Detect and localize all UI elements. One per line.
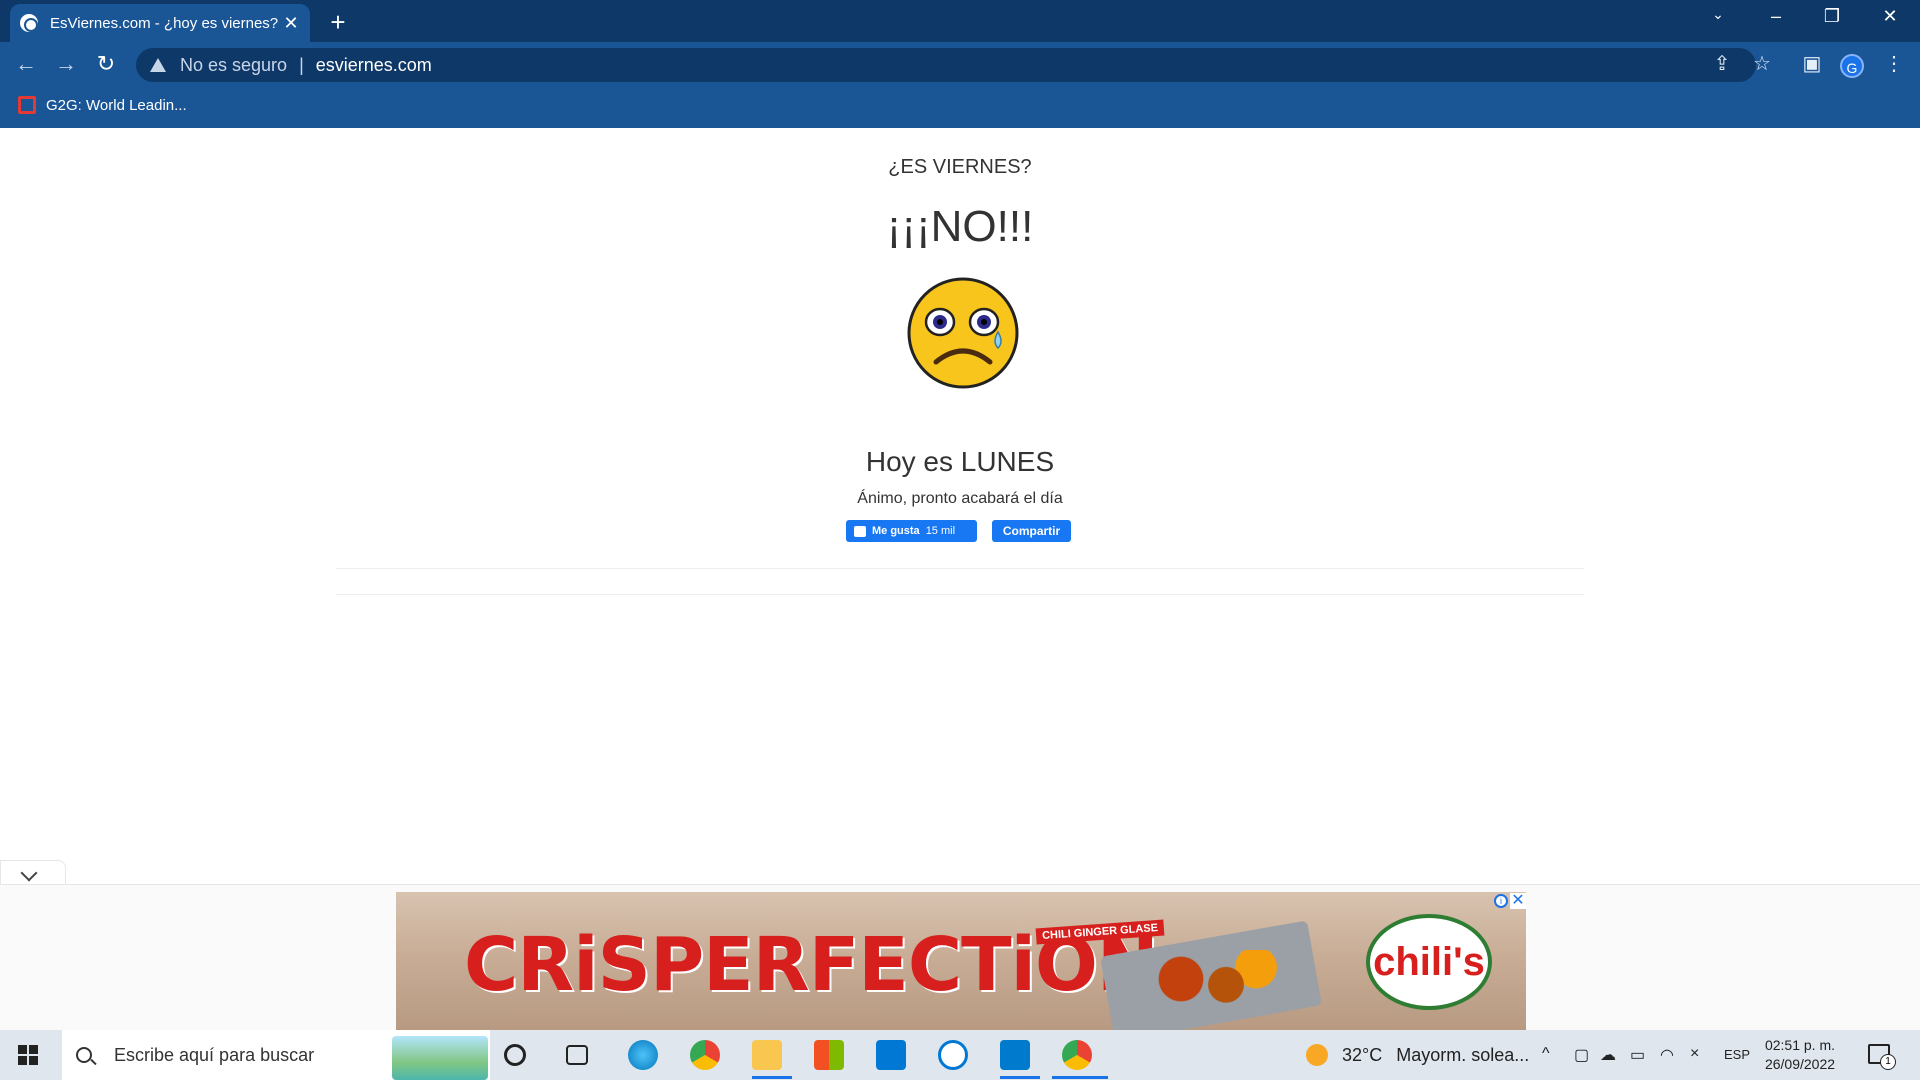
ad-info-icon[interactable]: i xyxy=(1494,894,1508,908)
chevron-up-icon[interactable]: ^ xyxy=(1542,1045,1550,1063)
cortana-icon[interactable] xyxy=(504,1044,526,1066)
wifi-icon[interactable]: ◠ xyxy=(1660,1045,1674,1065)
notification-badge: 1 xyxy=(1880,1054,1896,1070)
crying-face-icon xyxy=(907,277,1019,389)
bookmarks-bar: G2G: World Leadin... xyxy=(0,88,1920,128)
edge-icon[interactable] xyxy=(628,1040,658,1070)
vscode-icon[interactable] xyxy=(1000,1040,1030,1070)
ad-food-image xyxy=(1136,950,1286,1008)
chrome-active-icon[interactable] xyxy=(1062,1040,1092,1070)
active-indicator xyxy=(1052,1076,1108,1079)
sun-icon xyxy=(1306,1044,1328,1066)
reload-button[interactable]: ↻ xyxy=(92,50,120,78)
minimize-button[interactable]: – xyxy=(1756,6,1796,27)
file-explorer-icon[interactable] xyxy=(752,1040,782,1070)
search-placeholder: Escribe aquí para buscar xyxy=(114,1044,315,1065)
ad-close-icon[interactable]: ✕ xyxy=(1510,893,1526,909)
notification-center-icon[interactable]: 1 xyxy=(1868,1044,1896,1070)
profile-avatar[interactable]: G xyxy=(1840,54,1864,78)
task-view-icon[interactable] xyxy=(566,1045,588,1065)
globe-icon xyxy=(20,14,38,32)
facebook-like-button[interactable]: Me gusta 15 mil xyxy=(846,520,977,542)
page-content: ¿ES VIERNES? ¡¡¡NO!!! Hoy es LUNES Ánimo… xyxy=(0,128,1920,880)
share-icon[interactable]: ⇪ xyxy=(1708,51,1736,76)
volume-muted-icon[interactable]: × xyxy=(1690,1045,1699,1063)
forward-button[interactable]: → xyxy=(52,50,80,78)
url-text[interactable]: esviernes.com xyxy=(316,55,432,76)
ad-brand-logo: chili's xyxy=(1366,914,1492,1010)
browser-titlebar: EsViernes.com - ¿hoy es viernes? ✕ + ⌄ –… xyxy=(0,0,1920,42)
meet-now-icon[interactable]: ▢ xyxy=(1574,1045,1589,1065)
divider xyxy=(336,568,1584,569)
g2g-logo-icon xyxy=(18,96,36,114)
menu-kebab-icon[interactable]: ⋮ xyxy=(1880,51,1908,76)
warning-icon[interactable] xyxy=(150,58,166,72)
divider xyxy=(336,594,1584,595)
tab-title: EsViernes.com - ¿hoy es viernes? xyxy=(50,14,279,32)
address-bar[interactable]: No es seguro | esviernes.com xyxy=(136,48,1756,82)
clock-date: 26/09/2022 xyxy=(1764,1056,1836,1072)
page-question: ¿ES VIERNES? xyxy=(888,156,1032,178)
back-button[interactable]: ← xyxy=(12,50,40,78)
tab-esviernes[interactable]: EsViernes.com - ¿hoy es viernes? ✕ xyxy=(10,4,310,42)
today-label: Hoy es LUNES xyxy=(865,446,1055,477)
active-indicator xyxy=(752,1076,792,1079)
language-indicator[interactable]: ESP xyxy=(1724,1047,1750,1062)
thumbs-up-icon xyxy=(854,525,866,537)
chrome-icon[interactable] xyxy=(690,1040,720,1070)
bookmark-g2g[interactable]: G2G: World Leadin... xyxy=(18,96,187,114)
weather-temp: 32°C xyxy=(1342,1044,1383,1065)
security-label[interactable]: No es seguro xyxy=(180,55,287,76)
separator: | xyxy=(299,54,304,75)
tab-search-icon[interactable]: ⌄ xyxy=(1698,6,1738,23)
browser-toolbar: ← → ↻ No es seguro | esviernes.com ⇪ ☆ ▣… xyxy=(0,42,1920,88)
close-window-button[interactable]: ✕ xyxy=(1870,6,1910,27)
facebook-share-button[interactable]: Compartir xyxy=(992,520,1071,542)
restore-button[interactable]: ❐ xyxy=(1812,6,1852,27)
side-panel-icon[interactable]: ▣ xyxy=(1798,51,1826,76)
mail-icon[interactable] xyxy=(876,1040,906,1070)
windows-taskbar: Escribe aquí para buscar 32°C Mayorm. so… xyxy=(0,1030,1920,1080)
weather-widget[interactable]: 32°C Mayorm. solea... xyxy=(1306,1044,1529,1066)
taskbar-clock[interactable]: 02:51 p. m. 26/09/2022 xyxy=(1760,1036,1840,1074)
cheer-text: Ánimo, pronto acabará el día xyxy=(857,490,1063,507)
ad-banner[interactable]: CRiSPERFECTiON CHILI GINGER GLASE chili'… xyxy=(396,892,1526,1030)
microsoft-store-icon[interactable] xyxy=(814,1040,844,1070)
windows-start-icon[interactable] xyxy=(18,1045,38,1065)
like-count: 15 mil xyxy=(925,525,956,537)
weather-desc: Mayorm. solea... xyxy=(1396,1044,1530,1065)
new-tab-button[interactable]: + xyxy=(325,7,351,38)
close-tab-icon[interactable]: ✕ xyxy=(282,13,300,34)
chevron-down-icon xyxy=(20,864,38,882)
bing-icon[interactable] xyxy=(938,1040,968,1070)
page-answer: ¡¡¡NO!!! xyxy=(886,202,1034,251)
search-highlight-image[interactable] xyxy=(392,1036,488,1080)
onedrive-icon[interactable]: ☁ xyxy=(1600,1045,1616,1065)
bookmark-star-icon[interactable]: ☆ xyxy=(1748,51,1776,76)
clock-time: 02:51 p. m. xyxy=(1764,1037,1836,1053)
search-icon xyxy=(76,1047,92,1063)
battery-icon[interactable]: ▭ xyxy=(1630,1045,1645,1065)
active-indicator xyxy=(1000,1076,1040,1079)
like-label: Me gusta xyxy=(872,525,920,537)
bookmark-label: G2G: World Leadin... xyxy=(46,96,187,114)
